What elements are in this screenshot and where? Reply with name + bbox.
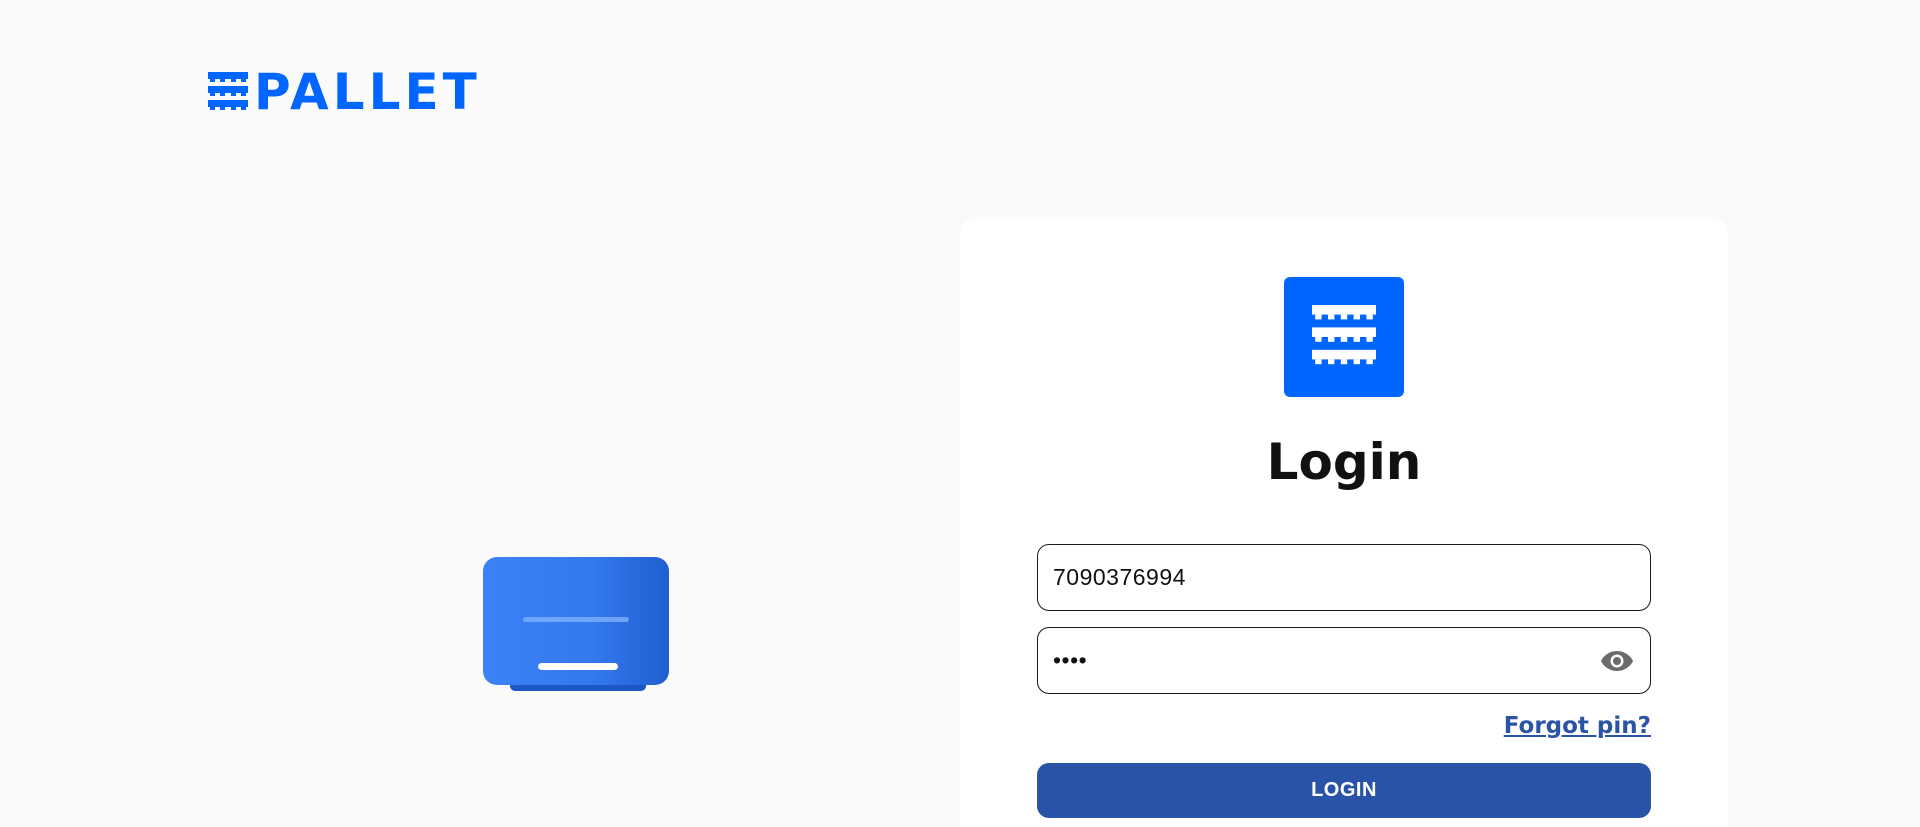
- pallet-stack-icon: [208, 72, 248, 110]
- pallet-stack-icon: [1312, 305, 1376, 365]
- forgot-pin-link[interactable]: Forgot pin?: [1504, 713, 1651, 739]
- card-illustration: [483, 557, 669, 691]
- pin-input[interactable]: [1053, 647, 1599, 674]
- eye-icon[interactable]: [1599, 643, 1635, 679]
- login-title: Login: [1266, 433, 1422, 491]
- pin-field[interactable]: [1037, 627, 1651, 694]
- brand-logo[interactable]: PALLET: [208, 63, 481, 121]
- phone-input[interactable]: [1053, 564, 1635, 591]
- app-logo-icon: [1284, 277, 1404, 397]
- login-card: Login Forgot pin? LOGIN: [960, 219, 1728, 827]
- phone-field[interactable]: [1037, 544, 1651, 611]
- login-page: PALLET Login 7090376994 Forgot pin? LOGI…: [0, 0, 1920, 827]
- login-button[interactable]: LOGIN: [1037, 763, 1651, 818]
- brand-name: PALLET: [254, 63, 481, 121]
